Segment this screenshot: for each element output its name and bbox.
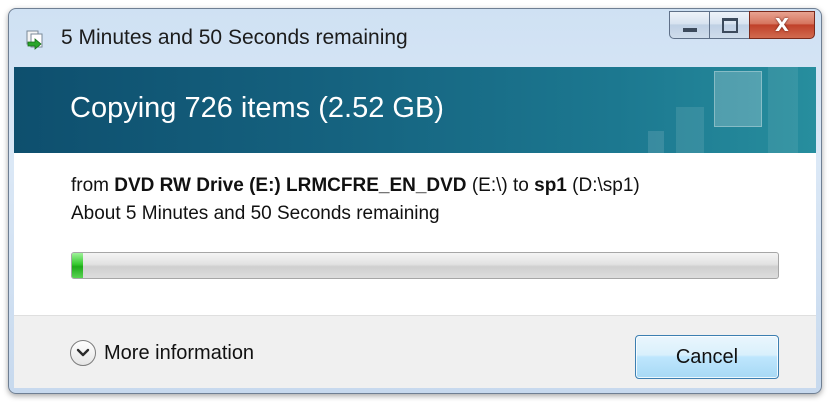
source-path: (E:\) [471, 175, 508, 196]
chevron-down-icon[interactable] [70, 340, 96, 366]
decorative-glass [714, 71, 762, 127]
progress-bar [71, 252, 779, 279]
close-icon: X [775, 14, 789, 36]
header-band: Copying 726 items (2.52 GB) [14, 67, 816, 153]
source-name: DVD RW Drive (E:) LRMCFRE_EN_DVD [114, 175, 467, 196]
to-label: to [512, 175, 529, 196]
minimize-icon [682, 28, 697, 32]
maximize-icon [721, 17, 738, 33]
content-area: from DVD RW Drive (E:) LRMCFRE_EN_DVD (E… [14, 153, 816, 315]
decorative-glass [676, 107, 704, 153]
copy-summary-title: Copying 726 items (2.52 GB) [70, 92, 444, 124]
more-information-toggle[interactable]: More information [70, 338, 254, 368]
close-button[interactable]: X [749, 11, 815, 39]
minimize-button[interactable] [669, 11, 709, 39]
time-remaining: About 5 Minutes and 50 Seconds remaining [71, 203, 440, 224]
progress-fill [72, 253, 83, 278]
window-title: 5 Minutes and 50 Seconds remaining [61, 26, 408, 49]
footer: More information Cancel [14, 315, 816, 388]
decorative-glass [768, 67, 798, 153]
cancel-button[interactable]: Cancel [635, 335, 779, 379]
destination-path: (D:\sp1) [572, 175, 640, 196]
caption-buttons: X [669, 11, 815, 41]
destination-name: sp1 [534, 175, 567, 196]
title-bar[interactable]: 5 Minutes and 50 Seconds remaining X [9, 9, 821, 67]
more-information-label[interactable]: More information [104, 342, 254, 365]
maximize-button[interactable] [709, 11, 749, 39]
from-label: from [71, 175, 109, 196]
decorative-glass [648, 131, 664, 153]
copy-files-icon [25, 28, 47, 50]
file-copy-dialog: 5 Minutes and 50 Seconds remaining X Cop… [8, 8, 822, 394]
copy-source-destination: from DVD RW Drive (E:) LRMCFRE_EN_DVD (E… [71, 175, 640, 197]
